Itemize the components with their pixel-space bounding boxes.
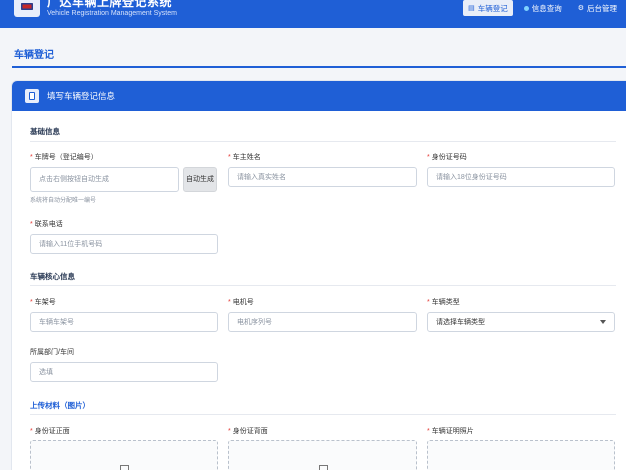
upload-label-id-back: * 身份证背面 bbox=[228, 428, 268, 435]
top-nav: ▤ 车辆登记 信息查询 ⚙ 后台管理 bbox=[463, 0, 622, 16]
nav-admin[interactable]: ⚙ 后台管理 bbox=[573, 0, 622, 16]
plate-hint: 系统将自动分配唯一编号 bbox=[30, 198, 97, 204]
top-header: 广达车辆上牌登记系统 Vehicle Registration Manageme… bbox=[0, 0, 626, 28]
vehicle-type-select[interactable]: 请选择车辆类型 bbox=[427, 312, 615, 332]
nav-vehicle-registration[interactable]: ▤ 车辆登记 bbox=[463, 0, 513, 16]
auto-generate-button[interactable]: 自动生成 bbox=[183, 167, 217, 192]
nav-label: 后台管理 bbox=[587, 3, 617, 13]
gear-icon: ⚙ bbox=[577, 4, 584, 12]
owner-label: * 车主姓名 bbox=[228, 154, 261, 161]
upload-id-front[interactable] bbox=[30, 440, 218, 470]
dot-icon bbox=[523, 5, 529, 11]
vehicle-type-value: 请选择车辆类型 bbox=[436, 319, 485, 326]
dept-label: 所属部门/车间 bbox=[30, 349, 74, 356]
nav-label: 信息查询 bbox=[531, 3, 562, 13]
app-logo bbox=[14, 0, 40, 17]
owner-name-input[interactable] bbox=[228, 167, 417, 187]
plate-label: * 车牌号（登记编号） bbox=[30, 154, 98, 161]
phone-label: * 联系电话 bbox=[30, 221, 63, 228]
chevron-down-icon bbox=[600, 320, 606, 324]
upload-icon bbox=[120, 465, 129, 470]
idcard-input[interactable] bbox=[427, 167, 615, 187]
card-title: 填写车辆登记信息 bbox=[47, 91, 116, 101]
section-divider bbox=[30, 141, 616, 142]
app-title: 广达车辆上牌登记系统 bbox=[47, 0, 173, 9]
dept-input[interactable] bbox=[30, 362, 218, 382]
upload-label-vehicle-photo: * 车辆证明照片 bbox=[427, 428, 474, 435]
nav-info-query[interactable]: 信息查询 bbox=[519, 0, 567, 16]
vehicle-type-label: * 车辆类型 bbox=[427, 299, 460, 306]
document-icon: ▤ bbox=[468, 4, 475, 12]
flag-icon bbox=[21, 2, 33, 10]
idcard-label: * 身份证号码 bbox=[427, 154, 467, 161]
section-divider bbox=[30, 285, 616, 286]
form-icon bbox=[25, 89, 39, 103]
section-basic-info: 基础信息 bbox=[30, 127, 60, 136]
section-upload: 上传材料（图片） bbox=[30, 401, 90, 410]
app-subtitle: Vehicle Registration Management System bbox=[47, 10, 177, 17]
vin-label: * 车架号 bbox=[30, 299, 56, 306]
section-divider bbox=[30, 414, 616, 415]
upload-id-back[interactable] bbox=[228, 440, 417, 470]
plate-input[interactable] bbox=[30, 167, 179, 192]
motor-input[interactable] bbox=[228, 312, 417, 332]
page-title: 车辆登记 bbox=[14, 50, 54, 61]
upload-vehicle-photo[interactable] bbox=[427, 440, 615, 470]
card-header: 填写车辆登记信息 bbox=[12, 81, 626, 111]
title-divider bbox=[12, 66, 626, 68]
registration-form-card: 填写车辆登记信息 基础信息 *车牌号（登记编号） 自动生成 系统将自动分配唯一编… bbox=[12, 81, 626, 470]
phone-input[interactable] bbox=[30, 234, 218, 254]
nav-label: 车辆登记 bbox=[477, 3, 508, 13]
section-core-info: 车辆核心信息 bbox=[30, 272, 75, 281]
upload-icon bbox=[318, 465, 328, 470]
upload-label-id-front: * 身份证正面 bbox=[30, 428, 70, 435]
motor-label: * 电机号 bbox=[228, 299, 254, 306]
vin-input[interactable] bbox=[30, 312, 218, 332]
